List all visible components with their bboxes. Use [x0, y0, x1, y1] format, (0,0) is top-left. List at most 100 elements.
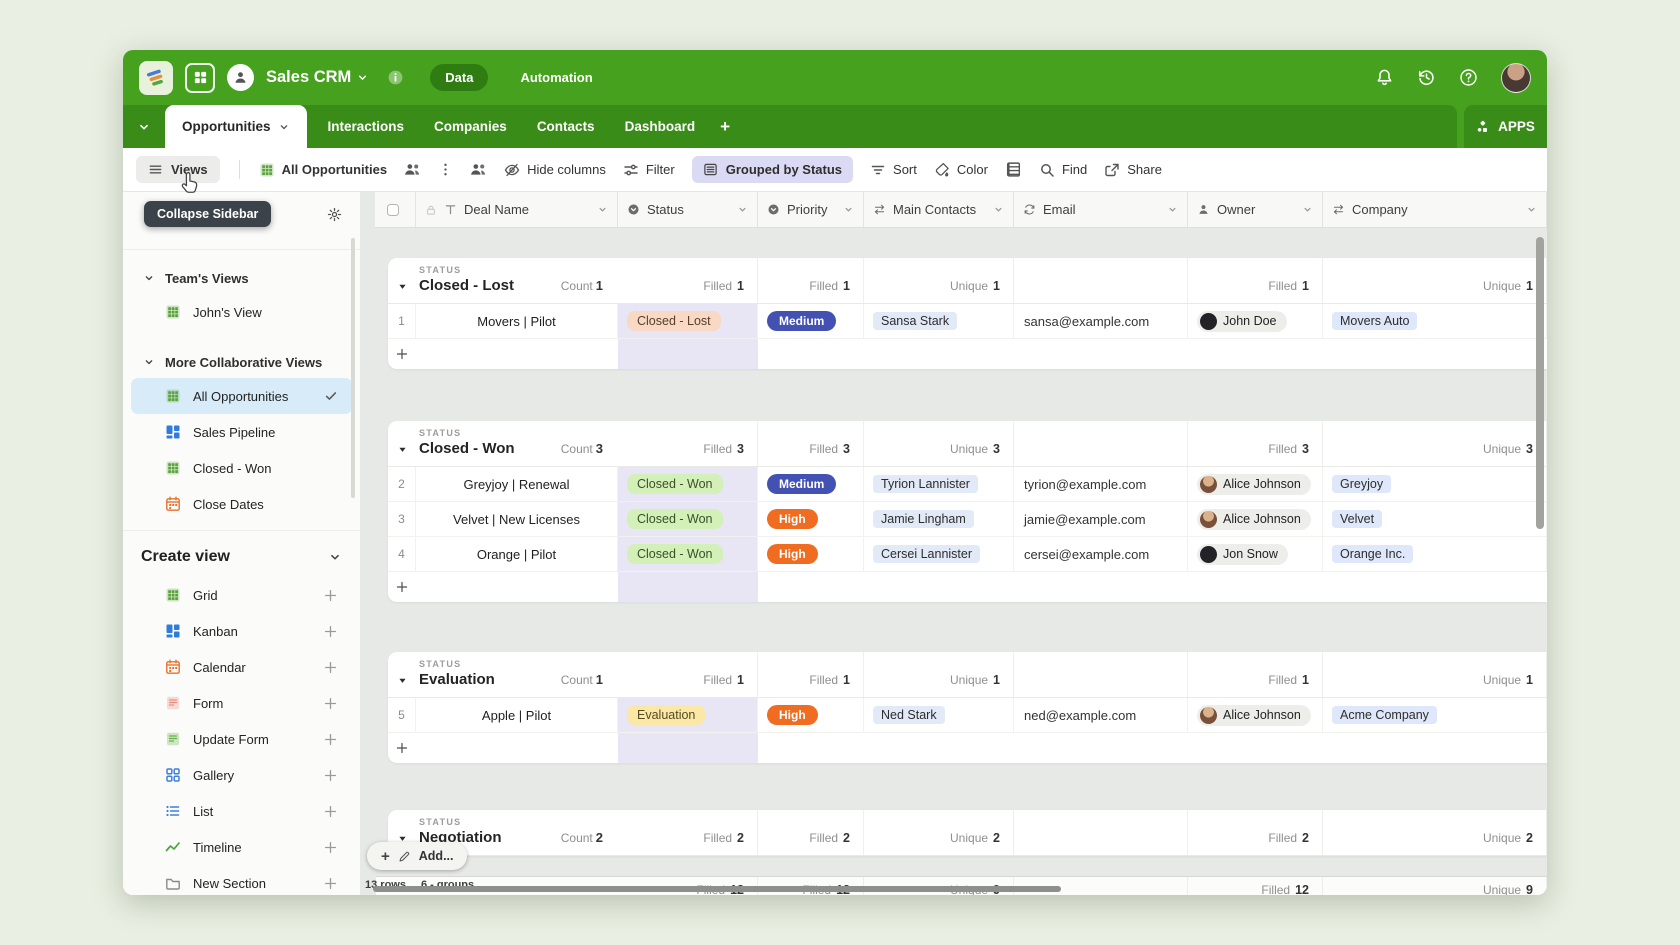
cell-company[interactable]: Greyjoy [1323, 467, 1547, 501]
cell-priority[interactable]: High [758, 698, 864, 732]
plus-icon[interactable] [323, 732, 338, 747]
row-number[interactable]: 3 [388, 502, 416, 536]
sidebar-item-all-opportunities[interactable]: All Opportunities [131, 378, 352, 414]
cell-deal-name[interactable]: Greyjoy | Renewal [416, 467, 618, 501]
cell-owner[interactable]: John Doe [1188, 304, 1323, 338]
cell-email[interactable]: ned@example.com [1014, 698, 1188, 732]
workspace-avatar[interactable] [227, 64, 254, 91]
chevron-down-icon[interactable] [1302, 204, 1313, 215]
plus-icon[interactable] [323, 804, 338, 819]
cell-company[interactable]: Orange Inc. [1323, 537, 1547, 571]
cell-company[interactable]: Acme Company [1323, 698, 1547, 732]
plus-icon[interactable] [323, 660, 338, 675]
sheet-tab-opportunities[interactable]: Opportunities [165, 105, 307, 148]
cell-company[interactable]: Velvet [1323, 502, 1547, 536]
cell-priority[interactable]: High [758, 537, 864, 571]
sidebar-item-sales-pipeline[interactable]: Sales Pipeline [131, 414, 352, 450]
sidebar-section-team-s-views[interactable]: Team's Views [123, 262, 360, 294]
table-row[interactable]: 1Movers | PilotClosed - LostMediumSansa … [388, 304, 1547, 339]
sidebar-create-calendar[interactable]: Calendar [131, 649, 352, 685]
cell-main-contact[interactable]: Ned Stark [864, 698, 1014, 732]
add-row-in-group[interactable] [388, 339, 1547, 369]
sheet-tab-interactions[interactable]: Interactions [328, 105, 405, 148]
select-all-cell[interactable] [375, 192, 416, 227]
sidebar-create-grid[interactable]: Grid [131, 577, 352, 613]
column-header-priority[interactable]: Priority [758, 192, 864, 227]
cell-owner[interactable]: Alice Johnson [1188, 698, 1323, 732]
hide-columns-button[interactable]: Hide columns [504, 162, 606, 178]
cell-status[interactable]: Closed - Won [618, 537, 758, 571]
column-header-owner[interactable]: Owner [1188, 192, 1323, 227]
cell-status[interactable]: Closed - Lost [618, 304, 758, 338]
row-number[interactable]: 2 [388, 467, 416, 501]
column-header-status[interactable]: Status [618, 192, 758, 227]
cell-company[interactable]: Movers Auto [1323, 304, 1547, 338]
sheet-tab-contacts[interactable]: Contacts [537, 105, 595, 148]
views-button[interactable]: Views [136, 156, 220, 183]
sort-button[interactable]: Sort [870, 162, 917, 178]
sidebar-create-list[interactable]: List [131, 793, 352, 829]
sidebar-create-form[interactable]: Form [131, 685, 352, 721]
row-number[interactable]: 4 [388, 537, 416, 571]
vertical-scrollbar[interactable] [1536, 237, 1544, 529]
cell-owner[interactable]: Alice Johnson [1188, 467, 1323, 501]
chevron-down-icon[interactable] [993, 204, 1004, 215]
sidebar-create-gallery[interactable]: Gallery [131, 757, 352, 793]
find-button[interactable]: Find [1039, 162, 1087, 178]
plus-icon[interactable] [323, 876, 338, 891]
sidebar-item-john-s-view[interactable]: John's View [131, 294, 352, 330]
info-icon[interactable] [387, 69, 404, 86]
help-icon[interactable] [1459, 68, 1478, 87]
apps-button[interactable]: APPS [1464, 105, 1547, 148]
view-switcher[interactable]: All Opportunities [259, 162, 387, 178]
cell-main-contact[interactable]: Cersei Lannister [864, 537, 1014, 571]
tabs-collapse-icon[interactable] [137, 120, 151, 134]
group-collapse-toggle[interactable] [388, 421, 416, 466]
sidebar-item-closed-won[interactable]: Closed - Won [131, 450, 352, 486]
create-view-header[interactable]: Create view [123, 537, 360, 577]
horizontal-scrollbar[interactable] [373, 886, 1061, 892]
cell-status[interactable]: Closed - Won [618, 467, 758, 501]
cell-priority[interactable]: Medium [758, 467, 864, 501]
table-row[interactable]: 5Apple | PilotEvaluationHighNed Starkned… [388, 698, 1547, 733]
column-header-company[interactable]: Company [1323, 192, 1547, 227]
plus-icon[interactable] [323, 840, 338, 855]
cell-deal-name[interactable]: Orange | Pilot [416, 537, 618, 571]
chevron-down-icon[interactable] [1167, 204, 1178, 215]
column-header-main-contacts[interactable]: Main Contacts [864, 192, 1014, 227]
cell-deal-name[interactable]: Apple | Pilot [416, 698, 618, 732]
cell-main-contact[interactable]: Tyrion Lannister [864, 467, 1014, 501]
plus-icon[interactable] [323, 768, 338, 783]
select-all-checkbox[interactable] [387, 204, 399, 216]
table-row[interactable]: 3Velvet | New LicensesClosed - WonHighJa… [388, 502, 1547, 537]
row-number[interactable]: 1 [388, 304, 416, 338]
sheet-tab-dashboard[interactable]: Dashboard [625, 105, 696, 148]
grouped-by-status-button[interactable]: Grouped by Status [692, 156, 853, 183]
share-view-users-icon[interactable] [470, 161, 487, 178]
cell-owner[interactable]: Alice Johnson [1188, 502, 1323, 536]
table-row[interactable]: 4Orange | PilotClosed - WonHighCersei La… [388, 537, 1547, 572]
group-collapse-toggle[interactable] [388, 652, 416, 697]
cell-main-contact[interactable]: Sansa Stark [864, 304, 1014, 338]
cell-status[interactable]: Evaluation [618, 698, 758, 732]
add-row-button[interactable]: + Add... [367, 842, 467, 870]
chevron-down-icon[interactable] [843, 204, 854, 215]
gear-icon[interactable] [327, 207, 342, 222]
cell-email[interactable]: tyrion@example.com [1014, 467, 1188, 501]
sidebar-create-update-form[interactable]: Update Form [131, 721, 352, 757]
group-collapse-toggle[interactable] [388, 258, 416, 303]
plus-icon[interactable] [323, 696, 338, 711]
user-avatar[interactable] [1501, 63, 1531, 93]
chevron-down-icon[interactable] [597, 204, 608, 215]
cell-owner[interactable]: Jon Snow [1188, 537, 1323, 571]
cell-priority[interactable]: High [758, 502, 864, 536]
chevron-down-icon[interactable] [737, 204, 748, 215]
workspace-grid-button[interactable] [185, 63, 215, 93]
sidebar-section-more-collaborative-views[interactable]: More Collaborative Views [123, 346, 360, 378]
cell-email[interactable]: jamie@example.com [1014, 502, 1188, 536]
share-button[interactable]: Share [1104, 162, 1162, 178]
sidebar-create-timeline[interactable]: Timeline [131, 829, 352, 865]
add-sheet-button[interactable]: + [720, 105, 730, 148]
sheet-tab-companies[interactable]: Companies [434, 105, 507, 148]
cell-status[interactable]: Closed - Won [618, 502, 758, 536]
